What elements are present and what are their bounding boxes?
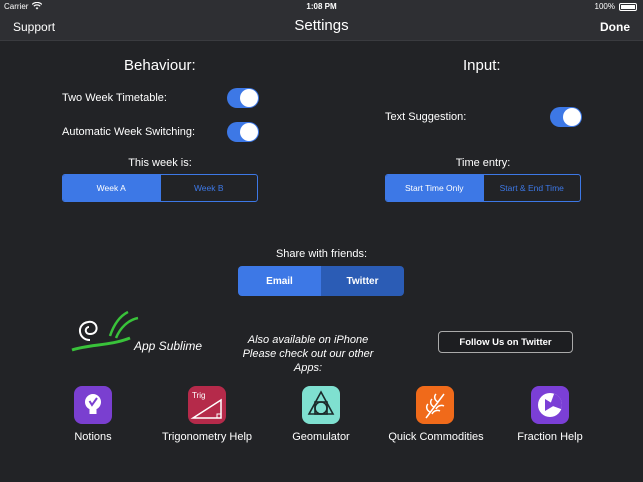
shapes-icon <box>307 390 335 415</box>
toggle-knob <box>240 123 258 141</box>
auto-switch-label: Automatic Week Switching: <box>62 126 196 138</box>
two-week-toggle[interactable] <box>227 88 259 108</box>
done-button[interactable]: Done <box>600 20 630 34</box>
triangle-icon: Trig <box>190 391 222 419</box>
email-button[interactable]: Email <box>238 266 321 296</box>
navigation-bar: Support Settings Done <box>0 14 643 41</box>
time-entry-selector: Start Time Only Start & End Time <box>385 174 581 202</box>
notions-app-label[interactable]: Notions <box>33 431 153 443</box>
geomulator-app-label[interactable]: Geomulator <box>261 431 381 443</box>
week-title: This week is: <box>128 157 192 169</box>
notions-app-icon[interactable] <box>74 386 112 424</box>
text-suggestion-toggle[interactable] <box>550 107 582 127</box>
week-selector: Week A Week B <box>62 174 258 202</box>
behaviour-title: Behaviour: <box>124 57 196 74</box>
also-available-text: Also available on iPhone Please check ou… <box>228 333 388 375</box>
geomulator-app-icon[interactable] <box>302 386 340 424</box>
toggle-knob <box>240 89 258 107</box>
status-bar: Carrier 1:08 PM 100% <box>0 0 643 14</box>
start-end-time-segment[interactable]: Start & End Time <box>482 175 581 201</box>
quick-commodities-app-icon[interactable] <box>416 386 454 424</box>
share-title: Share with friends: <box>275 248 368 260</box>
week-a-segment[interactable]: Week A <box>63 175 160 201</box>
pie-icon <box>538 393 562 417</box>
trigonometry-app-icon[interactable]: Trig <box>188 386 226 424</box>
trig-badge: Trig <box>192 391 205 400</box>
text-suggestion-label: Text Suggestion: <box>385 111 467 123</box>
two-week-label: Two Week Timetable: <box>62 92 167 104</box>
clock-label: 1:08 PM <box>306 2 337 11</box>
battery-label: 100% <box>594 2 615 11</box>
trigonometry-app-label[interactable]: Trigonometry Help <box>147 431 267 443</box>
input-title: Input: <box>463 57 501 74</box>
fraction-help-app-label[interactable]: Fraction Help <box>490 431 610 443</box>
page-title: Settings <box>294 17 349 34</box>
battery-icon <box>619 3 637 11</box>
share-buttons: Email Twitter <box>238 266 404 296</box>
app-sublime-text: App Sublime <box>134 339 203 353</box>
also-line-1: Also available on iPhone <box>247 334 369 346</box>
lightbulb-icon <box>85 394 101 414</box>
also-line-2: Please check out our other Apps: <box>242 348 374 374</box>
quick-commodities-app-label[interactable]: Quick Commodities <box>376 431 496 443</box>
fraction-help-app-icon[interactable] <box>531 386 569 424</box>
follow-twitter-button[interactable]: Follow Us on Twitter <box>438 331 573 353</box>
auto-switch-toggle[interactable] <box>227 122 259 142</box>
start-time-only-segment[interactable]: Start Time Only <box>386 175 483 201</box>
week-b-segment[interactable]: Week B <box>159 175 258 201</box>
wheat-icon <box>425 393 445 419</box>
twitter-button[interactable]: Twitter <box>321 266 404 296</box>
time-entry-title: Time entry: <box>455 157 511 169</box>
toggle-knob <box>563 108 581 126</box>
